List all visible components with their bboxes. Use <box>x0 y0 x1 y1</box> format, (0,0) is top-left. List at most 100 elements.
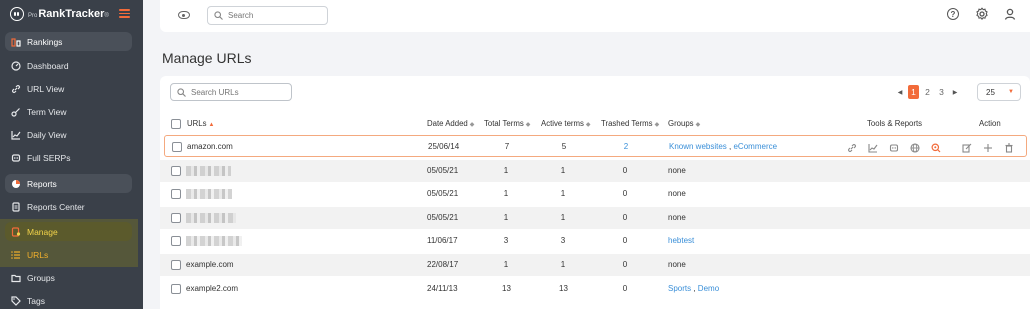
key-icon <box>11 107 21 117</box>
group-link[interactable]: Demo <box>698 284 719 293</box>
link-icon[interactable] <box>846 142 858 154</box>
sidebar-item-label: URLs <box>27 249 49 260</box>
user-icon[interactable] <box>1003 7 1017 21</box>
pagination: ◀ 1 2 3 ▶ <box>895 85 960 99</box>
sidebar-item-urls[interactable]: URLs <box>5 245 132 264</box>
page-2-button[interactable]: 2 <box>922 85 933 99</box>
url-cell[interactable]: amazon.com <box>187 142 233 151</box>
rankings-icon <box>11 37 21 47</box>
row-checkbox[interactable] <box>171 189 181 199</box>
globe-icon[interactable] <box>909 142 921 154</box>
sidebar-item-label: URL View <box>27 83 65 94</box>
active-terms-cell: 13 <box>559 284 568 293</box>
gear-icon[interactable] <box>975 7 989 21</box>
active-terms-cell: 1 <box>560 260 566 269</box>
trashed-terms-cell: 0 <box>622 213 628 222</box>
audit-icon[interactable] <box>930 142 942 154</box>
table-row[interactable]: 05/05/21 1 1 0 none <box>160 183 1030 205</box>
table-row[interactable]: 11/06/17 3 3 0 hebtest <box>160 230 1030 252</box>
robot-icon[interactable] <box>888 142 900 154</box>
trashed-terms-cell: 0 <box>622 236 628 245</box>
sidebar-item-manage[interactable]: Manage <box>5 222 132 241</box>
group-link[interactable]: Known websites <box>669 142 727 151</box>
total-terms-cell: 1 <box>503 189 509 198</box>
help-icon[interactable]: ? <box>947 8 959 20</box>
sidebar-item-daily-view[interactable]: Daily View <box>5 125 132 144</box>
date-cell: 24/11/13 <box>427 284 458 293</box>
groups-cell: none <box>668 166 686 175</box>
groups-cell: Sports , Demo <box>668 284 720 293</box>
sidebar-item-url-view[interactable]: URL View <box>5 79 132 98</box>
link-icon <box>11 84 21 94</box>
col-date-added[interactable]: Date Added ◆ <box>427 119 474 128</box>
col-trashed-terms[interactable]: Trashed Terms ◆ <box>601 119 659 128</box>
add-icon[interactable] <box>982 142 994 154</box>
redacted-url <box>186 166 231 176</box>
url-cell[interactable]: example.com <box>186 260 234 269</box>
next-page-icon[interactable]: ▶ <box>950 89 960 96</box>
robot-icon <box>11 153 21 163</box>
active-terms-cell: 1 <box>560 189 566 198</box>
sidebar-item-full-serps[interactable]: Full SERPs <box>5 148 132 167</box>
eye-icon[interactable] <box>178 11 190 19</box>
sidebar-item-reports-center[interactable]: Reports Center <box>5 197 132 216</box>
groups-cell: none <box>668 189 686 198</box>
trashed-terms-cell: 0 <box>622 284 628 293</box>
page-1-button[interactable]: 1 <box>908 85 919 99</box>
redacted-url <box>186 236 242 246</box>
date-cell: 11/06/17 <box>427 236 458 245</box>
sidebar-item-reports[interactable]: Reports <box>5 174 132 193</box>
select-all-checkbox[interactable] <box>171 119 181 129</box>
folder-icon <box>11 273 21 283</box>
trash-icon[interactable] <box>1003 142 1015 154</box>
sidebar-item-label: Manage <box>27 226 58 237</box>
table-row[interactable]: amazon.com 25/06/14 7 5 2 Known websites… <box>164 135 1027 157</box>
table-row[interactable]: example2.com 24/11/13 13 13 0 Sports , D… <box>160 278 1030 300</box>
sidebar-item-rankings[interactable]: Rankings <box>5 32 132 51</box>
row-checkbox[interactable] <box>171 213 181 223</box>
search-icon <box>177 87 186 97</box>
sidebar-item-label: Term View <box>27 106 67 117</box>
global-search-input[interactable] <box>228 11 318 20</box>
table-row[interactable]: 05/05/21 1 1 0 none <box>160 160 1030 182</box>
row-actions <box>961 142 1015 154</box>
row-checkbox[interactable] <box>171 284 181 294</box>
row-checkbox[interactable] <box>172 142 182 152</box>
table-row[interactable]: example.com 22/08/17 1 1 0 none <box>160 254 1030 276</box>
sidebar-item-term-view[interactable]: Term View <box>5 102 132 121</box>
edit-icon[interactable] <box>961 142 973 154</box>
sidebar-item-tags[interactable]: Tags <box>5 291 132 309</box>
row-checkbox[interactable] <box>171 260 181 270</box>
trashed-terms-link[interactable]: 2 <box>622 142 630 151</box>
col-total-terms[interactable]: Total Terms ◆ <box>484 119 530 128</box>
prev-page-icon[interactable]: ◀ <box>895 89 905 96</box>
sidebar-item-dashboard[interactable]: Dashboard <box>5 56 132 75</box>
global-search[interactable] <box>207 6 328 25</box>
trashed-terms-cell: 0 <box>622 166 628 175</box>
row-checkbox[interactable] <box>171 236 181 246</box>
group-link[interactable]: eCommerce <box>733 142 777 151</box>
url-search-input[interactable] <box>191 87 281 97</box>
total-terms-cell: 1 <box>503 260 509 269</box>
url-cell[interactable]: example2.com <box>186 284 238 293</box>
active-terms-cell: 1 <box>560 166 566 175</box>
table-row[interactable]: 05/05/21 1 1 0 none <box>160 207 1030 229</box>
col-active-terms[interactable]: Active terms ◆ <box>541 119 591 128</box>
sidebar-item-groups[interactable]: Groups <box>5 268 132 287</box>
url-search[interactable] <box>170 83 292 101</box>
group-link[interactable]: hebtest <box>668 236 694 245</box>
page-3-button[interactable]: 3 <box>936 85 947 99</box>
total-terms-cell: 3 <box>503 236 509 245</box>
row-checkbox[interactable] <box>171 166 181 176</box>
col-urls[interactable]: URLs ▲ <box>187 119 214 128</box>
sidebar-item-label: Tags <box>27 295 45 306</box>
group-link[interactable]: Sports <box>668 284 691 293</box>
date-cell: 25/06/14 <box>428 142 460 151</box>
menu-toggle-icon[interactable] <box>119 9 130 18</box>
logo[interactable]: ProRankTracker® <box>10 7 110 21</box>
col-groups[interactable]: Groups ◆ <box>668 119 700 128</box>
chart-icon[interactable] <box>867 142 879 154</box>
per-page-select[interactable]: 25 ▼ <box>977 83 1021 101</box>
sidebar-item-label: Full SERPs <box>27 152 71 163</box>
search-icon <box>214 11 223 20</box>
